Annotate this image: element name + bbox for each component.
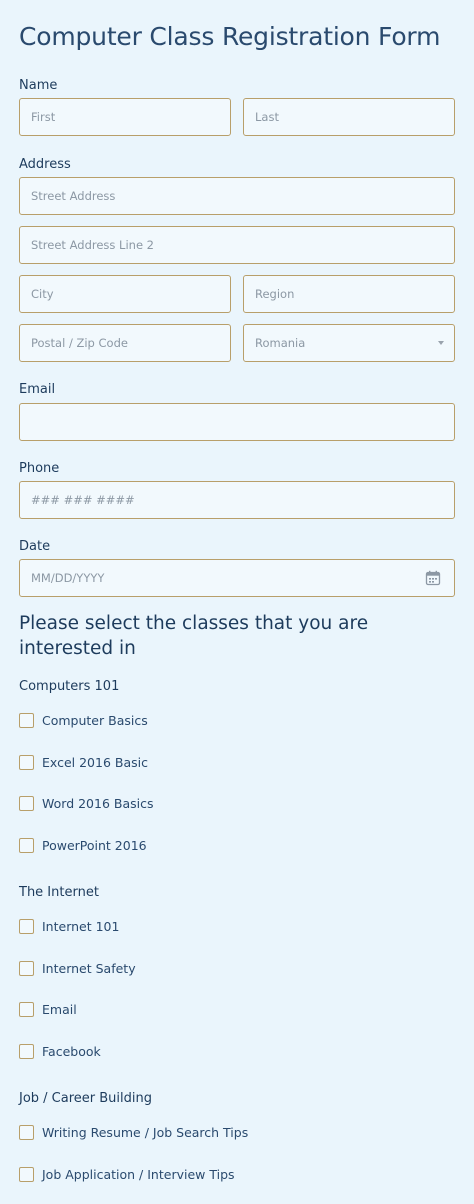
group-label-job-career-building: Job / Career Building: [19, 1091, 152, 1106]
phone-placeholder: ### ### ####: [31, 493, 135, 507]
street-address-input[interactable]: Street Address: [19, 177, 455, 215]
caret-down-icon: [438, 341, 444, 345]
option-job-application[interactable]: Job Application / Interview Tips: [19, 1165, 235, 1183]
last-name-placeholder: Last: [255, 110, 279, 124]
group-label-computers-101: Computers 101: [19, 679, 120, 694]
city-placeholder: City: [31, 287, 54, 301]
checkbox[interactable]: [19, 837, 34, 853]
form-title: Computer Class Registration Form: [19, 22, 441, 51]
option-label: Excel 2016 Basic: [42, 754, 148, 770]
checkbox[interactable]: [19, 712, 34, 728]
region-placeholder: Region: [255, 287, 295, 301]
street-address-placeholder: Street Address: [31, 189, 116, 203]
first-name-placeholder: First: [31, 110, 56, 124]
option-label: Computer Basics: [42, 712, 148, 728]
postal-code-input[interactable]: Postal / Zip Code: [19, 324, 231, 362]
checkbox[interactable]: [19, 960, 34, 976]
option-word-2016-basics[interactable]: Word 2016 Basics: [19, 794, 154, 812]
option-internet-safety[interactable]: Internet Safety: [19, 959, 136, 977]
postal-code-placeholder: Postal / Zip Code: [31, 336, 128, 350]
date-placeholder: MM/DD/YYYY: [31, 571, 105, 585]
option-excel-2016-basic[interactable]: Excel 2016 Basic: [19, 753, 148, 771]
classes-heading: Please select the classes that you are i…: [19, 613, 369, 659]
option-label: PowerPoint 2016: [42, 837, 147, 853]
option-label: Facebook: [42, 1043, 101, 1059]
region-input[interactable]: Region: [243, 275, 455, 313]
option-label: Writing Resume / Job Search Tips: [42, 1124, 249, 1140]
city-input[interactable]: City: [19, 275, 231, 313]
date-label: Date: [19, 539, 51, 554]
registration-form: Computer Class Registration Form Name Fi…: [0, 0, 474, 1204]
option-label: Job Application / Interview Tips: [42, 1166, 235, 1182]
option-facebook[interactable]: Facebook: [19, 1042, 101, 1060]
option-internet-101[interactable]: Internet 101: [19, 917, 119, 935]
option-label: Email: [42, 1001, 77, 1017]
group-label-the-internet: The Internet: [19, 885, 99, 900]
checkbox[interactable]: [19, 1001, 34, 1017]
street-address-line2-placeholder: Street Address Line 2: [31, 238, 154, 252]
email-input[interactable]: [19, 403, 455, 441]
checkbox[interactable]: [19, 1124, 34, 1140]
address-label: Address: [19, 157, 71, 172]
checkbox[interactable]: [19, 795, 34, 811]
phone-label: Phone: [19, 461, 60, 476]
date-input[interactable]: MM/DD/YYYY: [19, 559, 455, 597]
option-powerpoint-2016[interactable]: PowerPoint 2016: [19, 836, 147, 854]
checkbox[interactable]: [19, 754, 34, 770]
checkbox[interactable]: [19, 1166, 34, 1182]
option-computer-basics[interactable]: Computer Basics: [19, 711, 148, 729]
checkbox[interactable]: [19, 918, 34, 934]
country-select[interactable]: Romania: [243, 324, 455, 362]
email-label: Email: [19, 382, 56, 397]
street-address-line2-input[interactable]: Street Address Line 2: [19, 226, 455, 264]
option-label: Internet Safety: [42, 960, 136, 976]
checkbox[interactable]: [19, 1043, 34, 1059]
option-label: Word 2016 Basics: [42, 795, 154, 811]
option-label: Internet 101: [42, 918, 120, 934]
calendar-icon[interactable]: [425, 570, 441, 586]
first-name-input[interactable]: First: [19, 98, 231, 136]
phone-input[interactable]: ### ### ####: [19, 481, 455, 519]
country-selected-value: Romania: [255, 336, 306, 350]
last-name-input[interactable]: Last: [243, 98, 455, 136]
option-email[interactable]: Email: [19, 1000, 77, 1018]
name-label: Name: [19, 78, 58, 93]
option-writing-resume[interactable]: Writing Resume / Job Search Tips: [19, 1123, 248, 1141]
